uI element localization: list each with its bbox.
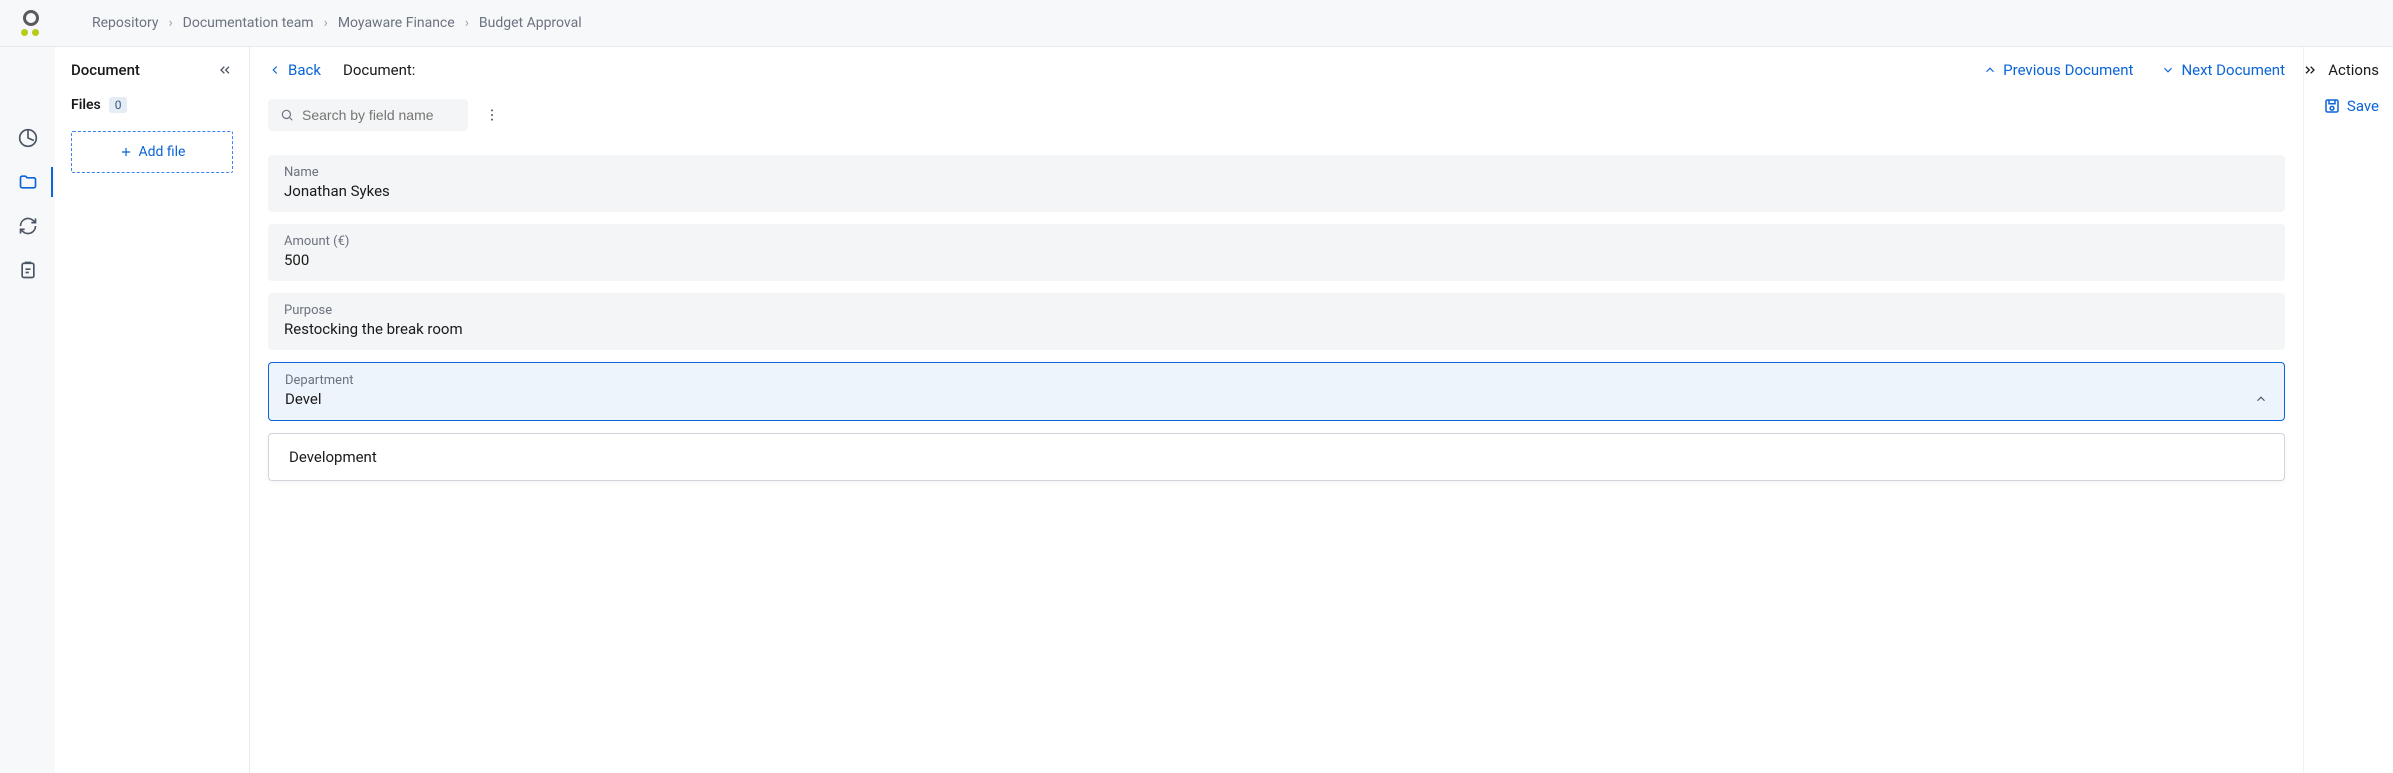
- app-logo: [18, 10, 44, 36]
- files-panel-title: Document: [71, 61, 140, 79]
- breadcrumb-item-1[interactable]: Documentation team: [183, 15, 314, 31]
- add-file-label: Add file: [139, 144, 186, 160]
- field-amount-label: Amount (€): [284, 234, 2269, 249]
- breadcrumb-item-current: Budget Approval: [479, 15, 582, 31]
- next-document-label: Next Document: [2181, 61, 2285, 79]
- refresh-icon[interactable]: [17, 215, 39, 237]
- actions-title: Actions: [2328, 61, 2379, 79]
- save-label: Save: [2347, 97, 2379, 115]
- dropdown-option[interactable]: Development: [289, 448, 2264, 466]
- left-rail: [0, 47, 55, 773]
- previous-document-label: Previous Document: [2003, 61, 2133, 79]
- chevron-right-icon: ›: [168, 15, 172, 31]
- chevron-right-icon: ›: [324, 15, 328, 31]
- search-field[interactable]: [268, 99, 468, 131]
- field-amount[interactable]: Amount (€): [268, 224, 2285, 281]
- expand-actions-icon[interactable]: [2302, 62, 2318, 78]
- add-file-button[interactable]: Add file: [71, 131, 233, 173]
- breadcrumb-item-2[interactable]: Moyaware Finance: [338, 15, 455, 31]
- field-department[interactable]: Department: [268, 362, 2285, 421]
- files-label: Files: [71, 97, 101, 113]
- field-department-value[interactable]: [285, 390, 2254, 408]
- field-purpose[interactable]: Purpose: [268, 293, 2285, 350]
- field-amount-value[interactable]: [284, 251, 2269, 269]
- pie-chart-icon[interactable]: [17, 127, 39, 149]
- back-button[interactable]: Back: [268, 61, 321, 79]
- previous-document-button[interactable]: Previous Document: [1983, 61, 2133, 79]
- field-name-value[interactable]: [284, 182, 2269, 200]
- actions-panel: Actions Save: [2303, 47, 2393, 773]
- field-name-label: Name: [284, 165, 2269, 180]
- chevron-right-icon: ›: [465, 15, 469, 31]
- save-button[interactable]: Save: [2323, 97, 2379, 115]
- field-name[interactable]: Name: [268, 155, 2285, 212]
- main-content: Back Document: Previous Document Next Do…: [250, 47, 2303, 773]
- collapse-panel-icon[interactable]: [217, 62, 233, 78]
- chevron-up-icon[interactable]: [2254, 392, 2268, 406]
- department-dropdown: Development: [268, 433, 2285, 481]
- back-label: Back: [288, 61, 321, 79]
- files-panel: Document Files 0 Add file: [55, 47, 250, 773]
- folder-icon[interactable]: [17, 171, 39, 193]
- files-count-badge: 0: [109, 97, 128, 113]
- breadcrumb-item-0[interactable]: Repository: [92, 15, 158, 31]
- field-purpose-label: Purpose: [284, 303, 2269, 318]
- next-document-button[interactable]: Next Document: [2161, 61, 2285, 79]
- document-title: Document:: [343, 61, 415, 79]
- search-input[interactable]: [302, 107, 456, 123]
- topbar: Repository › Documentation team › Moyawa…: [0, 0, 2393, 47]
- more-options-icon[interactable]: [484, 107, 500, 123]
- search-icon: [280, 107, 294, 123]
- breadcrumb: Repository › Documentation team › Moyawa…: [92, 15, 582, 31]
- clipboard-edit-icon[interactable]: [17, 259, 39, 281]
- field-department-label: Department: [285, 373, 2268, 388]
- field-purpose-value[interactable]: [284, 320, 2269, 338]
